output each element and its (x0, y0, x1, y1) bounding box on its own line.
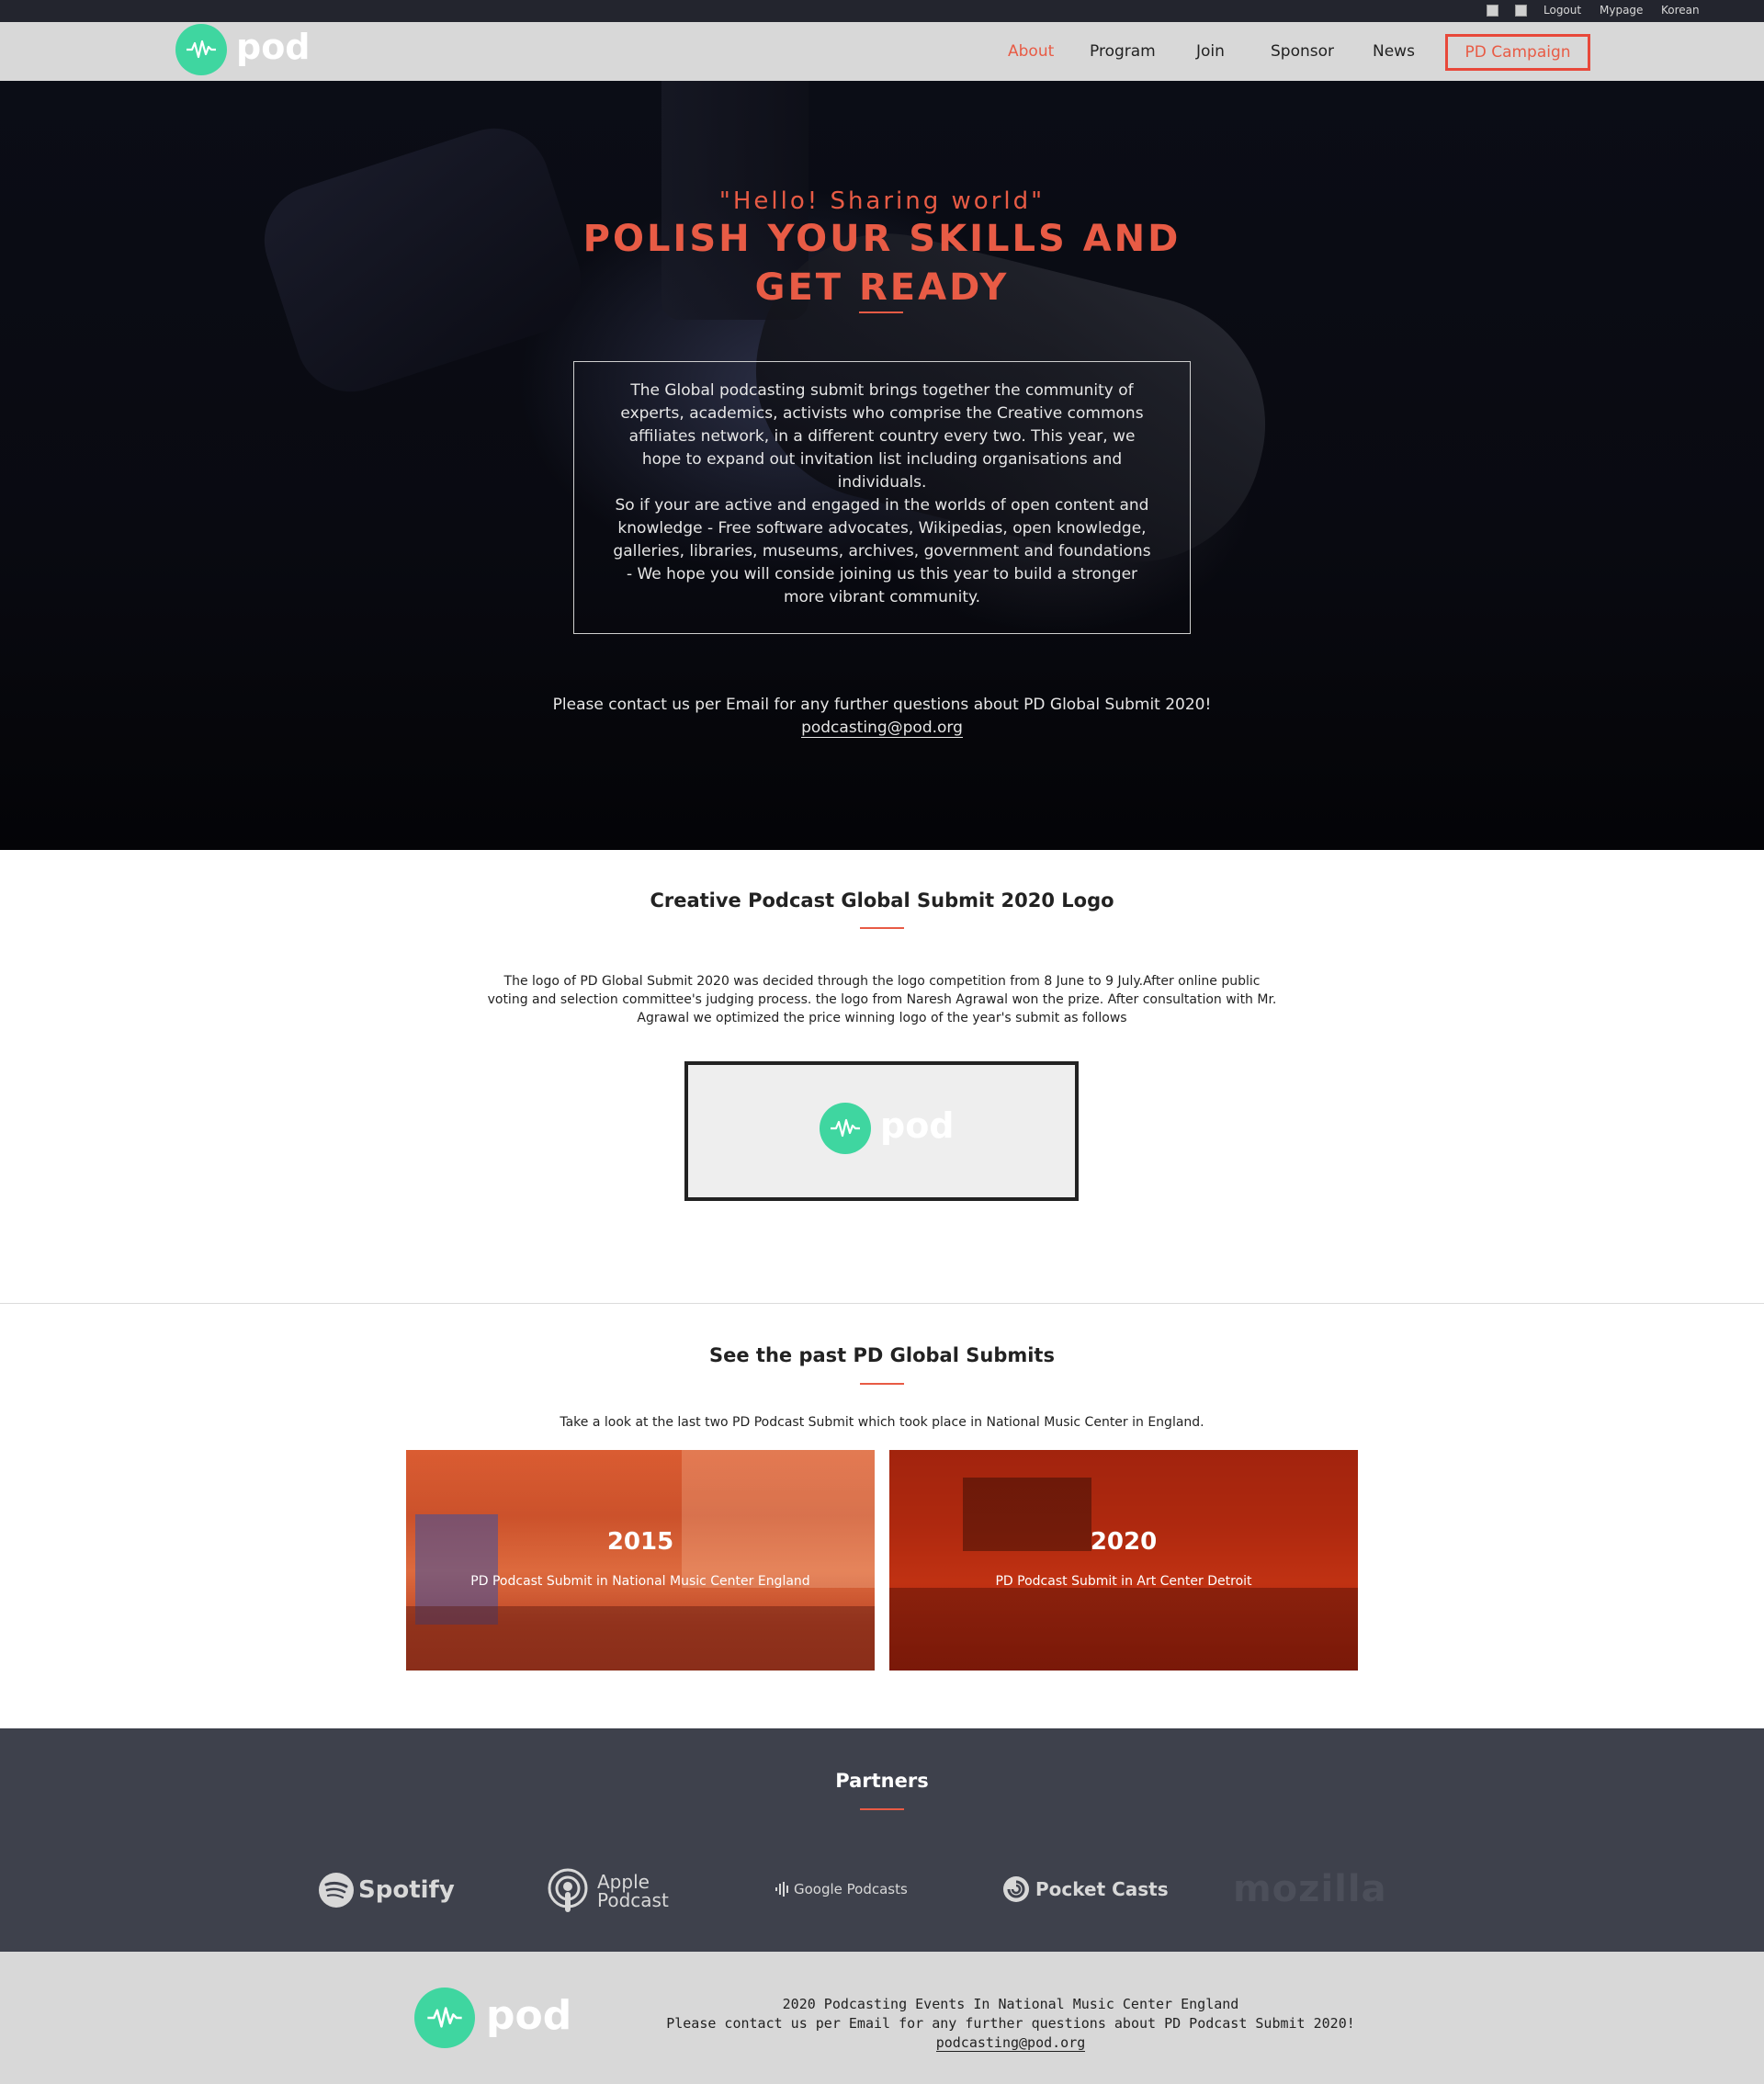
pocket-casts-label: Pocket Casts (1035, 1878, 1169, 1900)
logo-section-title: Creative Podcast Global Submit 2020 Logo (650, 889, 1114, 912)
footer-line-1: 2020 Podcasting Events In National Music… (782, 1996, 1239, 2012)
nav-pd-campaign-button[interactable]: PD Campaign (1445, 34, 1590, 71)
photo-audience-detail (406, 1606, 875, 1671)
nav-news[interactable]: News (1373, 22, 1415, 81)
submit-logo: pod (820, 1103, 955, 1154)
hero-email-link[interactable]: podcasting@pod.org (801, 719, 963, 738)
top-utility-bar: Logout Mypage Korean (0, 0, 1764, 22)
spotify-label: Spotify (358, 1876, 455, 1904)
partners-title: Partners (835, 1770, 929, 1792)
pocket-casts-icon (1003, 1876, 1029, 1902)
mypage-link[interactable]: Mypage (1600, 0, 1643, 22)
nav-sponsor[interactable]: Sponsor (1271, 22, 1334, 81)
apple-podcast-icon (548, 1868, 588, 1912)
google-podcasts-label: Google Podcasts (794, 1881, 908, 1897)
photo-audience-detail (889, 1588, 1358, 1671)
apple-podcast-label: Apple Podcast (597, 1871, 669, 1911)
past-submit-year: 2020 (1090, 1528, 1158, 1556)
footer-logo[interactable]: pod (414, 1988, 571, 2048)
hero-contact-text: Please contact us per Email for any furt… (552, 696, 1212, 714)
logout-link[interactable]: Logout (1544, 0, 1581, 22)
mozilla-label: mozilla (1233, 1868, 1387, 1910)
hero-contact: Please contact us per Email for any furt… (0, 694, 1764, 740)
past-submits-title: See the past PD Global Submits (709, 1344, 1055, 1366)
partners-underline (860, 1808, 904, 1810)
site-logo[interactable]: pod (175, 24, 311, 75)
logo-section-underline (860, 927, 904, 929)
past-submit-caption: PD Podcast Submit in National Music Cent… (470, 1574, 810, 1589)
hero-title: POLISH YOUR SKILLS AND GET READY (0, 215, 1764, 312)
section-divider (0, 1303, 1764, 1304)
google-podcasts-icon (775, 1882, 788, 1897)
past-submit-year: 2015 (606, 1528, 674, 1556)
hero-description-paragraph-1: The Global podcasting submit brings toge… (620, 381, 1144, 492)
past-submit-card-2015[interactable]: 2015 PD Podcast Submit in National Music… (406, 1450, 875, 1671)
submit-logo-frame: pod (684, 1061, 1079, 1201)
hero-title-line-2: GET READY (754, 266, 1010, 309)
footer-logo-wordmark: pod (486, 1991, 572, 2039)
hero-section: "Hello! Sharing world" POLISH YOUR SKILL… (0, 81, 1764, 850)
hero-title-line-1: POLISH YOUR SKILLS AND (582, 218, 1182, 260)
spotify-icon (319, 1873, 354, 1908)
flag-icon[interactable] (1487, 5, 1498, 17)
nav-program[interactable]: Program (1090, 22, 1156, 81)
partner-google-podcasts[interactable]: Google Podcasts (775, 1881, 908, 1897)
waveform-logo-icon (414, 1988, 475, 2048)
photo-window-detail (682, 1450, 875, 1588)
hero-description-box: The Global podcasting submit brings toge… (573, 361, 1191, 634)
partners-section: Partners Spotify Apple Podcast Google Po… (0, 1728, 1764, 1952)
submit-logo-wordmark: pod (880, 1105, 955, 1146)
partner-pocket-casts[interactable]: Pocket Casts (1002, 1875, 1169, 1903)
flag-icon-alt[interactable] (1515, 5, 1527, 17)
language-link[interactable]: Korean (1661, 0, 1700, 22)
hero-title-underline (859, 311, 903, 313)
partner-apple-podcast[interactable]: Apple Podcast (546, 1868, 669, 1914)
logo-section-text: The logo of PD Global Submit 2020 was de… (487, 974, 1277, 1025)
past-submits-text: Take a look at the last two PD Podcast S… (560, 1415, 1204, 1430)
past-submits-underline (860, 1383, 904, 1385)
main-header: pod About Program Join Sponsor News PD C… (0, 22, 1764, 81)
hero-description-paragraph-2: So if your are active and engaged in the… (613, 496, 1151, 606)
past-submit-caption: PD Podcast Submit in Art Center Detroit (995, 1574, 1252, 1589)
footer-email-link[interactable]: podcasting@pod.org (935, 2034, 1086, 2052)
partner-spotify[interactable]: Spotify (318, 1872, 455, 1908)
hero-quote: "Hello! Sharing world" (718, 187, 1046, 215)
logo-wordmark: pod (236, 27, 311, 67)
past-submit-card-2020[interactable]: 2020 PD Podcast Submit in Art Center Det… (889, 1450, 1358, 1671)
nav-join[interactable]: Join (1196, 22, 1225, 81)
footer-line-2: Please contact us per Email for any furt… (666, 2015, 1355, 2032)
waveform-logo-icon (175, 24, 227, 75)
footer-text: 2020 Podcasting Events In National Music… (643, 1995, 1378, 2053)
nav-about[interactable]: About (1008, 22, 1054, 81)
waveform-logo-icon (820, 1103, 871, 1154)
site-footer: pod 2020 Podcasting Events In National M… (0, 1952, 1764, 2084)
partner-mozilla[interactable]: mozilla (1233, 1868, 1387, 1910)
